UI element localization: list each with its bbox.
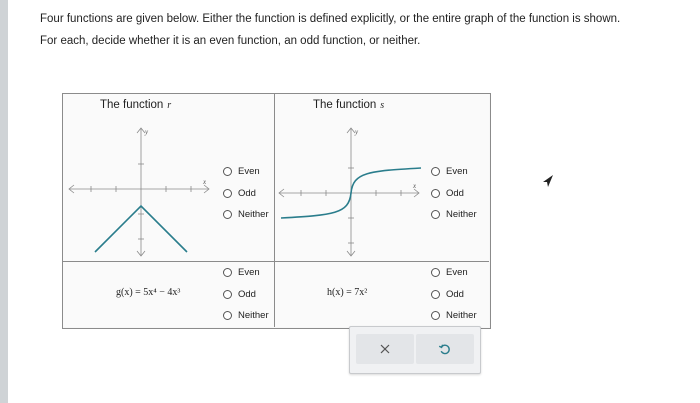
cell-function-g: g(x) = 5x⁴ − 4x³ Even Odd Neither [63, 262, 275, 327]
radio-circle[interactable] [223, 289, 232, 299]
option-label: Odd [446, 288, 464, 300]
radio-circle[interactable] [223, 188, 232, 198]
radio-r-odd[interactable]: Odd [223, 183, 269, 205]
clear-button[interactable] [356, 334, 414, 364]
radio-s-even[interactable]: Even [431, 161, 477, 183]
radio-circle[interactable] [431, 311, 440, 321]
graph-r: y x [68, 127, 210, 257]
radio-circle[interactable] [223, 268, 232, 278]
radio-h-even[interactable]: Even [431, 262, 477, 284]
option-label: Odd [238, 288, 256, 300]
radio-circle[interactable] [223, 311, 232, 321]
radio-circle[interactable] [431, 210, 440, 220]
undo-button[interactable] [416, 334, 474, 364]
radio-r-even[interactable]: Even [223, 161, 269, 183]
option-label: Odd [238, 187, 256, 199]
options-s: Even Odd Neither [431, 161, 477, 226]
y-axis-label: y [144, 128, 149, 136]
radio-circle[interactable] [431, 167, 440, 177]
option-label: Neither [238, 209, 269, 221]
radio-h-odd[interactable]: Odd [431, 284, 477, 306]
graph-s: y x [278, 127, 422, 257]
option-label: Odd [446, 187, 464, 199]
x-icon [380, 344, 390, 354]
option-label: Even [446, 267, 468, 279]
options-h: Even Odd Neither [431, 262, 477, 327]
instructions-line-2: For each, decide whether it is an even f… [40, 35, 421, 47]
radio-h-neither[interactable]: Neither [431, 305, 477, 327]
function-s-title: The function s [313, 99, 385, 111]
option-label: Neither [446, 310, 477, 322]
action-bar [349, 326, 481, 374]
mouse-cursor-icon [543, 175, 553, 187]
radio-circle[interactable] [431, 188, 440, 198]
radio-g-neither[interactable]: Neither [223, 305, 269, 327]
option-label: Neither [446, 209, 477, 221]
radio-s-odd[interactable]: Odd [431, 183, 477, 205]
radio-g-even[interactable]: Even [223, 262, 269, 284]
option-label: Neither [238, 310, 269, 322]
radio-r-neither[interactable]: Neither [223, 204, 269, 226]
radio-circle[interactable] [431, 268, 440, 278]
left-edge-strip [0, 0, 8, 403]
x-axis-label: x [412, 182, 417, 190]
radio-circle[interactable] [223, 167, 232, 177]
option-label: Even [446, 166, 468, 178]
radio-g-odd[interactable]: Odd [223, 284, 269, 306]
problem-grid: The function r y x Even Odd Neither The … [62, 93, 491, 329]
instructions-line-1: Four functions are given below. Either t… [40, 13, 621, 25]
y-axis-label: y [354, 128, 359, 136]
formula-h: h(x) = 7x² [327, 287, 368, 298]
radio-circle[interactable] [223, 210, 232, 220]
radio-s-neither[interactable]: Neither [431, 204, 477, 226]
option-label: Even [238, 166, 260, 178]
x-axis-label: x [202, 178, 207, 186]
option-label: Even [238, 267, 260, 279]
instructions: Four functions are given below. Either t… [40, 8, 690, 52]
cell-function-s: The function s y x Even Odd Neither [275, 94, 489, 262]
formula-g: g(x) = 5x⁴ − 4x³ [116, 287, 181, 298]
radio-circle[interactable] [431, 289, 440, 299]
options-g: Even Odd Neither [223, 262, 269, 327]
cell-function-h: h(x) = 7x² Even Odd Neither [275, 262, 489, 327]
undo-icon [438, 344, 450, 355]
options-r: Even Odd Neither [223, 161, 269, 226]
function-r-title: The function r [100, 99, 172, 111]
cell-function-r: The function r y x Even Odd Neither [63, 94, 275, 262]
